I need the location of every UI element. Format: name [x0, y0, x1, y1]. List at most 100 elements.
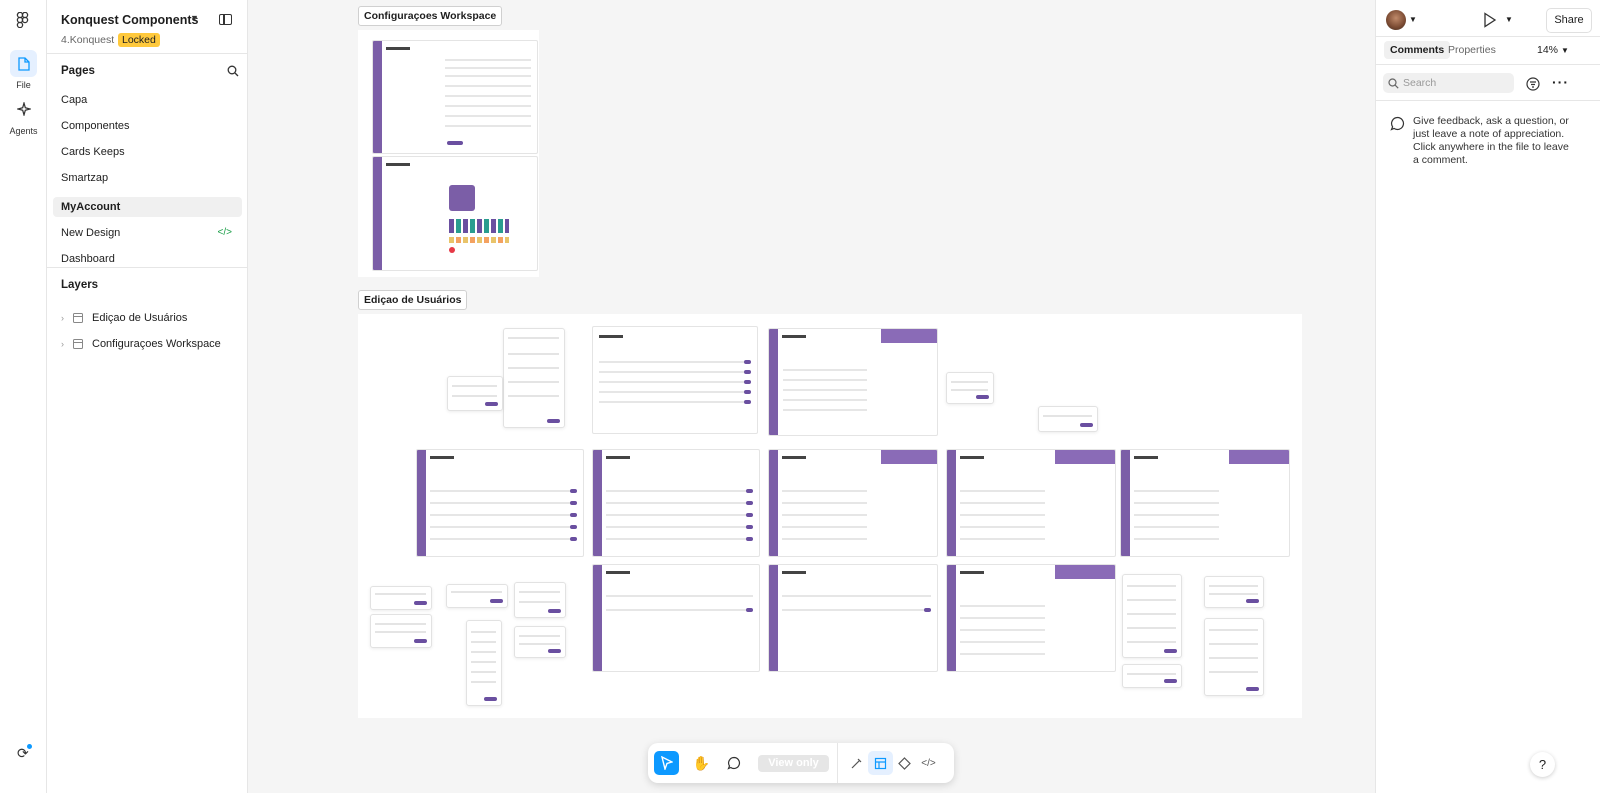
mini-dialog	[1122, 574, 1182, 658]
design-mode-button[interactable]	[868, 751, 893, 775]
hand-icon: ✋	[692, 754, 711, 771]
help-button[interactable]: ?	[1530, 752, 1555, 777]
sidebar-toggle-icon[interactable]	[219, 14, 232, 25]
agents-button[interactable]	[10, 95, 37, 122]
mini-screen	[416, 449, 584, 557]
mini-screen	[372, 156, 538, 271]
right-panel: ▼ ▼ Share Comments Properties 14% ▼ Sear…	[1375, 0, 1600, 793]
mini-dialog	[1038, 406, 1098, 432]
page-item-dashboard[interactable]: Dashboard	[53, 249, 242, 269]
page-item-capa[interactable]: Capa	[53, 90, 242, 110]
mini-dialog	[514, 582, 566, 618]
more-options-icon[interactable]: ···	[1552, 74, 1569, 90]
comment-icon	[1390, 116, 1405, 131]
chevron-down-icon[interactable]: ▼	[190, 13, 199, 23]
code-icon: </>	[921, 757, 936, 769]
divider	[47, 53, 248, 54]
mini-screen	[372, 40, 538, 154]
layer-item[interactable]: › Ediçao de Usuários	[61, 308, 187, 328]
filter-icon[interactable]	[1526, 77, 1540, 91]
mini-dialog	[946, 372, 994, 404]
divider	[1376, 36, 1600, 37]
comment-search-input[interactable]: Search	[1383, 73, 1514, 93]
left-rail: File Agents ⟳	[0, 0, 47, 793]
zoom-level[interactable]: 14% ▼	[1537, 44, 1569, 56]
canvas[interactable]: Configuraçoes Workspace Ediçao de Usuári…	[248, 0, 1375, 793]
mini-screen	[768, 328, 938, 436]
mini-screen	[592, 326, 758, 434]
locked-badge: Locked	[118, 33, 160, 47]
tab-comments[interactable]: Comments	[1384, 41, 1451, 59]
mini-dialog	[1204, 576, 1264, 608]
page-item-smartzap[interactable]: Smartzap	[53, 168, 242, 188]
pages-title: Pages	[61, 65, 95, 77]
project-subtitle: 4.Konquest	[61, 34, 115, 46]
notification-dot	[27, 744, 32, 749]
divider	[837, 743, 838, 783]
layer-label: Ediçao de Usuários	[92, 312, 188, 324]
view-only-button[interactable]: View only	[758, 755, 829, 772]
file-button[interactable]	[10, 50, 37, 77]
draw-mode-button[interactable]	[844, 751, 869, 775]
search-icon	[1388, 78, 1399, 89]
mini-screen	[768, 564, 938, 672]
sparkle-icon	[16, 101, 31, 116]
frame-configuracoes[interactable]	[358, 30, 539, 277]
file-label: File	[16, 80, 31, 90]
tab-properties[interactable]: Properties	[1448, 44, 1496, 56]
divider	[47, 267, 248, 268]
left-panel: Konquest Components ▼ 4.Konquest Locked …	[47, 0, 248, 793]
avatar[interactable]	[1386, 10, 1406, 30]
layer-item[interactable]: › Configuraçoes Workspace	[61, 334, 221, 354]
layer-label: Configuraçoes Workspace	[92, 338, 221, 350]
page-item-cards-keeps[interactable]: Cards Keeps	[53, 142, 242, 162]
component-mode-button[interactable]	[892, 751, 917, 775]
mini-dialog	[1122, 664, 1182, 688]
frame-icon	[73, 313, 83, 323]
chevron-right-icon[interactable]: ›	[61, 334, 73, 354]
pen-icon	[851, 758, 862, 768]
mini-dialog	[446, 584, 508, 608]
dev-mode-button[interactable]: </>	[916, 751, 941, 775]
chevron-down-icon[interactable]: ▼	[1505, 15, 1513, 24]
chevron-down-icon[interactable]: ▼	[1409, 15, 1417, 24]
mini-dialog	[1204, 618, 1264, 696]
chevron-down-icon: ▼	[1560, 46, 1569, 55]
comment-icon	[726, 756, 740, 770]
mini-dialog	[466, 620, 502, 706]
page-item-new-design[interactable]: New Design </>	[53, 223, 242, 243]
hand-tool-button[interactable]: ✋	[689, 751, 714, 775]
mini-dialog	[514, 626, 566, 658]
chevron-right-icon[interactable]: ›	[61, 308, 73, 328]
bottom-toolbar: ✋ View only </>	[648, 743, 954, 783]
divider	[1376, 100, 1600, 101]
divider	[1376, 64, 1600, 65]
layout-icon	[874, 757, 887, 769]
share-button[interactable]: Share	[1546, 8, 1592, 33]
search-icon[interactable]	[227, 65, 239, 77]
mini-screen	[946, 449, 1116, 557]
play-icon[interactable]	[1483, 12, 1497, 28]
code-icon: </>	[217, 227, 232, 238]
frame-label-edicao[interactable]: Ediçao de Usuários	[358, 290, 468, 310]
frame-label-configuracoes[interactable]: Configuraçoes Workspace	[358, 6, 503, 26]
mini-title-bar	[599, 335, 623, 338]
comment-tool-button[interactable]	[721, 751, 746, 775]
mini-dialog	[503, 328, 565, 428]
component-icon	[898, 756, 911, 770]
agents-label: Agents	[9, 126, 38, 136]
layers-title: Layers	[61, 279, 99, 291]
file-icon	[17, 56, 30, 71]
page-item-componentes[interactable]: Componentes	[53, 116, 242, 136]
mini-screen	[1120, 449, 1290, 557]
mini-dialog	[370, 614, 432, 648]
mini-screen	[592, 564, 760, 672]
figma-logo-icon[interactable]	[15, 12, 31, 28]
frame-edicao[interactable]	[358, 314, 1302, 718]
mini-screen	[768, 449, 938, 557]
project-title[interactable]: Konquest Components	[61, 13, 199, 27]
zoom-value: 14%	[1537, 44, 1559, 56]
frame-icon	[73, 339, 83, 349]
page-item-myaccount[interactable]: MyAccount	[53, 197, 242, 217]
move-tool-button[interactable]	[654, 751, 679, 775]
